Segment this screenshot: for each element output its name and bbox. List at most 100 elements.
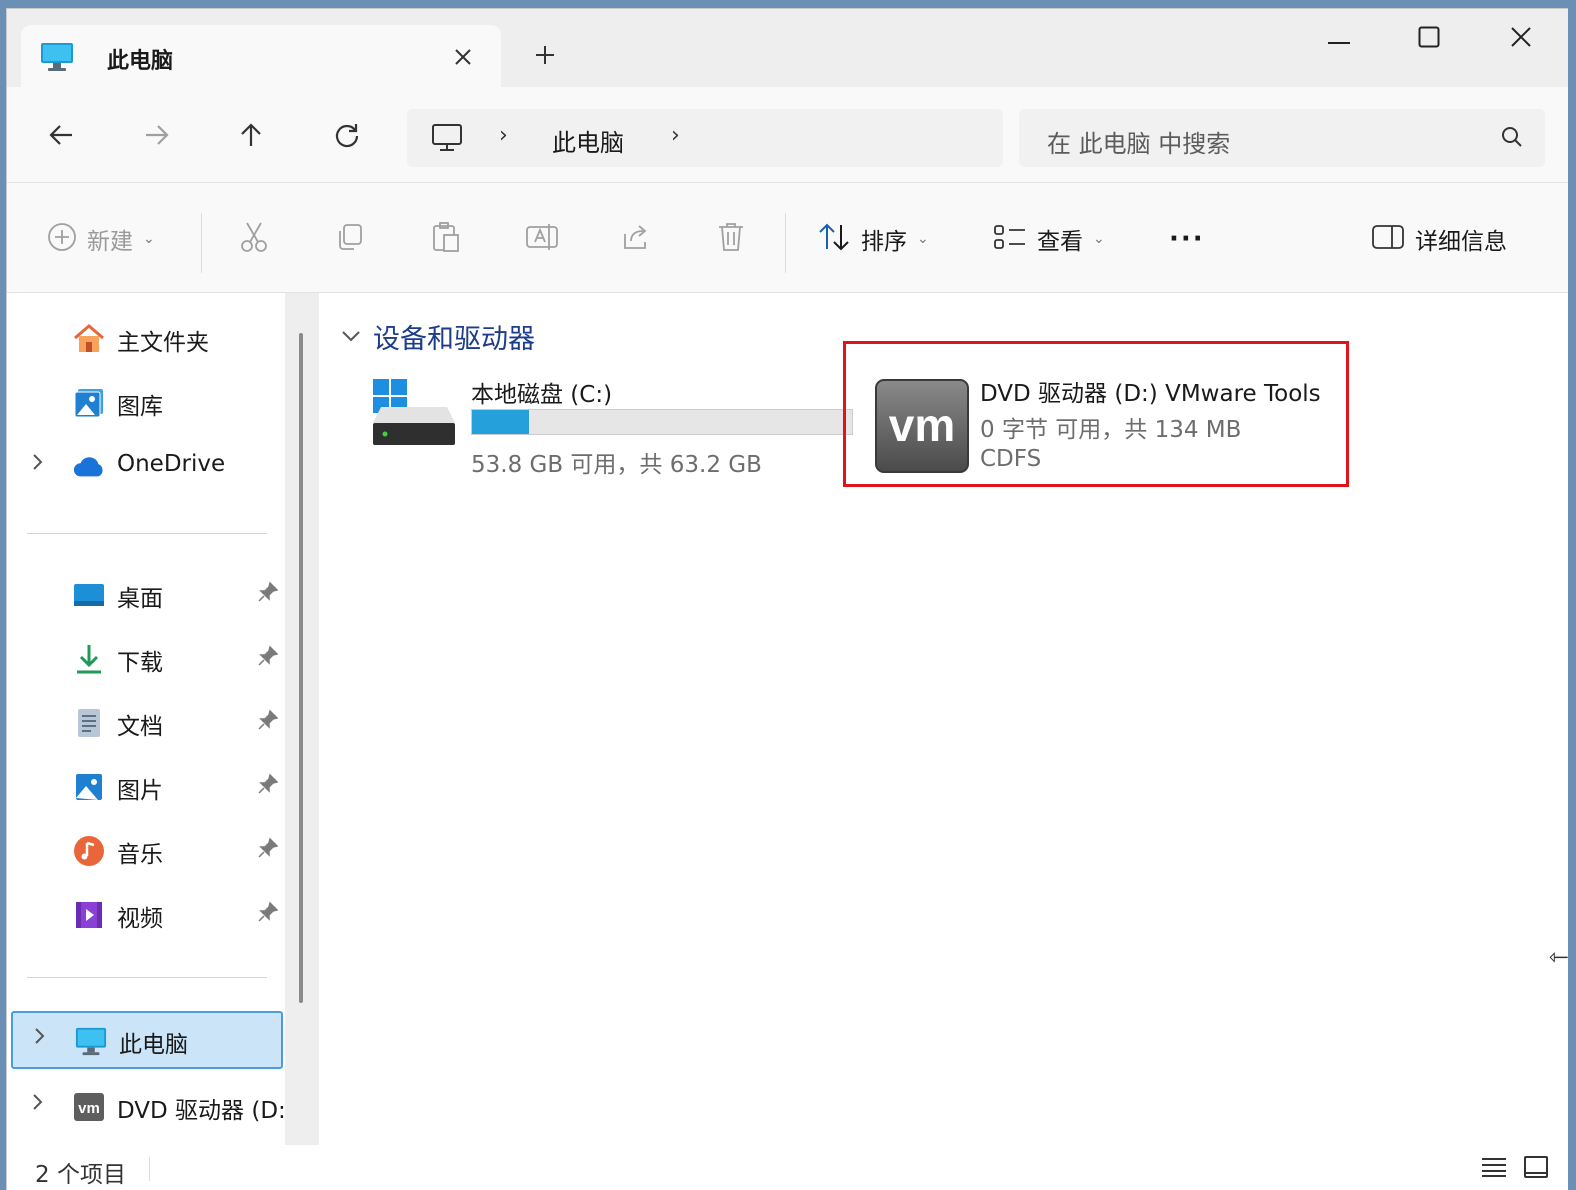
chevron-down-icon: ⌄ [917,231,929,247]
title-bar: 此电脑 [7,9,1568,89]
sidebar-item-gallery[interactable]: 图库 [7,373,289,431]
pin-icon[interactable] [257,645,279,671]
view-button[interactable]: 查看 ⌄ [993,219,1105,259]
vmware-icon: vm [874,378,970,478]
navigation-pane: 主文件夹 图库 OneDrive 桌面 下载 文档 图片 音乐 视频 此电脑 v… [7,293,289,1145]
rename-icon [525,221,559,257]
gallery-icon [73,387,105,419]
cut-button[interactable] [239,219,269,259]
minimize-button[interactable] [1309,17,1369,61]
sidebar-item-videos[interactable]: 视频 [7,885,289,943]
pin-icon[interactable] [257,837,279,863]
minimize-icon [1328,30,1350,49]
music-icon [73,835,105,867]
computer-icon [75,1025,107,1057]
sidebar-item-downloads[interactable]: 下载 [7,629,289,687]
sidebar-item-label: 桌面 [117,586,163,612]
pin-icon[interactable] [257,709,279,735]
back-button[interactable] [39,115,83,159]
chevron-right-icon[interactable]: › [671,123,680,148]
chevron-right-icon[interactable] [31,453,43,476]
status-bar: 2 个项目 [7,1145,1568,1190]
up-button[interactable] [229,115,273,159]
sidebar-item-label: 主文件夹 [117,330,209,356]
paste-icon [431,221,461,257]
sidebar-item-dvd-drive[interactable]: vm DVD 驱动器 (D: [7,1077,289,1135]
computer-icon [39,41,75,77]
windows-drive-icon [369,373,459,453]
tab-this-pc[interactable]: 此电脑 [21,25,501,89]
chevron-right-icon[interactable] [33,1027,45,1050]
delete-button[interactable] [717,219,745,259]
sidebar-item-this-pc[interactable]: 此电脑 [11,1011,283,1069]
sidebar-scrollbar-thumb[interactable] [299,333,303,1003]
search-input[interactable]: 在 此电脑 中搜索 [1047,124,1230,159]
arrow-up-icon [239,122,263,152]
share-icon [621,222,651,256]
document-icon [73,707,105,739]
close-icon[interactable] [443,37,483,77]
paste-button[interactable] [431,219,461,259]
tiles-view-button[interactable] [1519,1153,1553,1185]
sidebar-item-label: OneDrive [117,451,226,477]
copy-button[interactable] [335,219,365,259]
drive-item-c[interactable]: 本地磁盘 (C:) 53.8 GB 可用，共 63.2 GB [363,367,853,478]
download-icon [73,643,105,675]
sidebar-item-label: 视频 [117,906,163,932]
plus-circle-icon [47,222,77,256]
list-view-icon [1481,1156,1507,1182]
sidebar-divider [27,533,267,534]
details-pane-icon [1371,223,1405,255]
pin-icon[interactable] [257,901,279,927]
sort-button[interactable]: 排序 ⌄ [817,219,929,259]
chevron-right-icon[interactable] [31,1093,43,1116]
drive-name: 本地磁盘 (C:) [471,382,613,408]
new-button[interactable]: 新建 ⌄ [47,219,155,259]
sidebar-item-label: 图库 [117,394,163,420]
navigation-bar: › 此电脑 › 在 此电脑 中搜索 [7,87,1568,183]
sidebar-item-onedrive[interactable]: OneDrive [7,437,289,495]
details-pane-button[interactable]: 详细信息 [1371,219,1507,259]
cloud-icon [73,451,105,483]
close-window-button[interactable] [1491,17,1551,61]
chevron-right-icon[interactable]: › [499,123,508,148]
pin-icon[interactable] [257,773,279,799]
new-tab-button[interactable] [525,37,565,77]
sidebar-item-desktop[interactable]: 桌面 [7,565,289,623]
search-box[interactable]: 在 此电脑 中搜索 [1019,109,1545,167]
sidebar-item-music[interactable]: 音乐 [7,821,289,879]
copy-icon [335,222,365,256]
sidebar-divider [27,977,267,978]
pin-icon[interactable] [257,581,279,607]
group-header-devices[interactable]: 设备和驱动器 [341,317,535,356]
file-explorer-window: 此电脑 › 此电脑 › 在 此电脑 中搜索 新建 ⌄ 排序 ⌄ 查看 ⌄ ···… [6,8,1568,1190]
maximize-button[interactable] [1399,17,1459,61]
sidebar-item-pictures[interactable]: 图片 [7,757,289,815]
drive-filesystem: CDFS [980,446,1042,472]
rename-button[interactable] [525,219,559,259]
forward-button[interactable] [135,115,179,159]
sidebar-item-label: 此电脑 [119,1032,188,1058]
new-label: 新建 [87,229,133,255]
home-icon [73,323,105,355]
sidebar-item-label: 图片 [117,778,163,804]
chevron-down-icon [341,327,361,346]
drive-usage-fill [472,410,529,434]
drive-item-d[interactable]: vm DVD 驱动器 (D:) VMware Tools 0 字节 可用，共 1… [843,341,1349,487]
sidebar-item-home[interactable]: 主文件夹 [7,309,289,367]
refresh-button[interactable] [325,115,369,159]
video-icon [73,899,105,931]
more-options-button[interactable]: ··· [1169,219,1205,259]
share-button[interactable] [621,219,651,259]
breadcrumb-this-pc[interactable]: 此电脑 [552,123,624,158]
drive-space: 0 字节 可用，共 134 MB [980,417,1242,443]
svg-text:vm: vm [889,399,955,451]
status-divider [149,1157,150,1181]
close-icon [1510,26,1532,52]
address-bar[interactable]: › 此电脑 › [407,109,1003,167]
search-icon [1501,126,1523,152]
sidebar-item-documents[interactable]: 文档 [7,693,289,751]
sidebar-item-label: 下载 [117,650,163,676]
item-count: 2 个项目 [35,1162,126,1188]
details-view-button[interactable] [1477,1153,1511,1185]
